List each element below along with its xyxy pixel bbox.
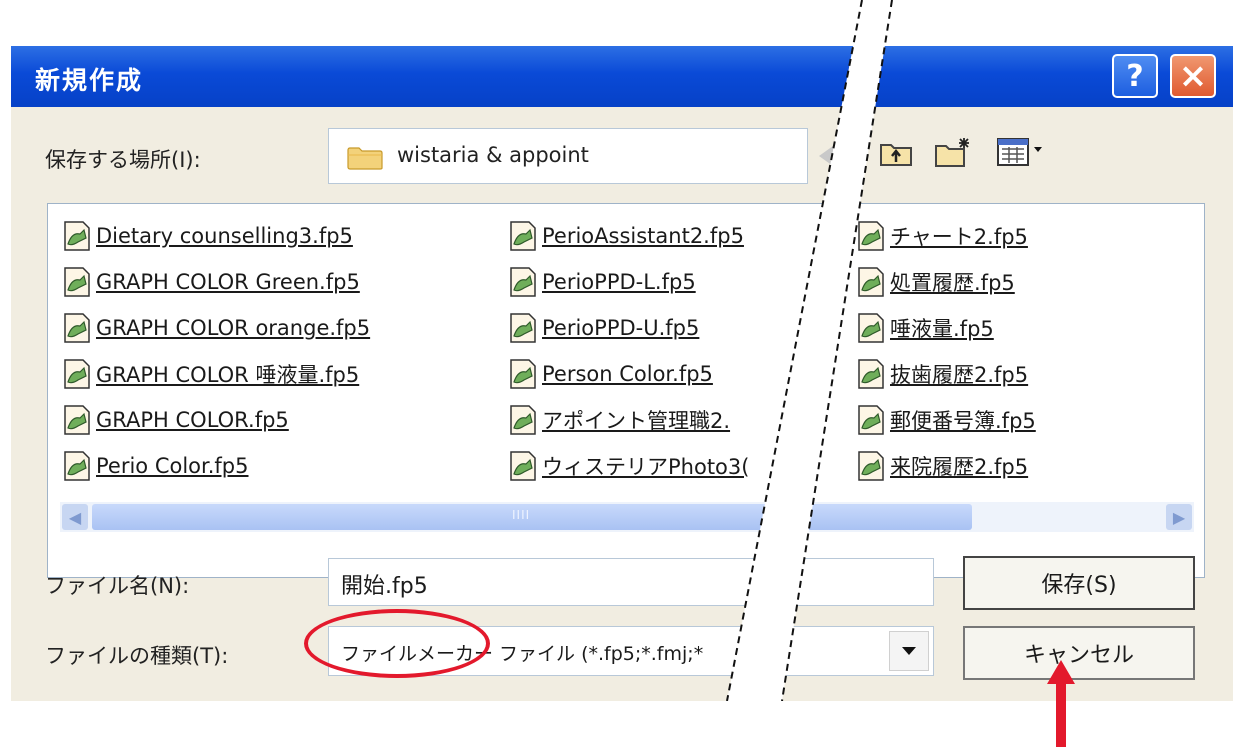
list-item[interactable]: ウィステリアPhoto3( — [508, 448, 749, 484]
back-arrow-icon[interactable] — [819, 146, 833, 166]
list-item[interactable]: 処置履歴.fp5 — [856, 264, 1015, 300]
file-list[interactable]: Dietary counselling3.fp5 GRAPH COLOR Gre… — [47, 203, 1205, 578]
filetype-dropdown-button[interactable] — [889, 631, 929, 671]
filename-label: ファイル名(N): — [45, 574, 190, 598]
fmp-file-icon — [64, 451, 90, 481]
fmp-file-icon — [64, 359, 90, 389]
list-item[interactable]: Person Color.fp5 — [508, 356, 713, 392]
fmp-file-icon — [858, 405, 884, 435]
fmp-file-icon — [510, 267, 536, 297]
help-icon: ? — [1126, 58, 1144, 94]
list-item[interactable]: PerioPPD-U.fp5 — [508, 310, 699, 346]
fmp-file-icon — [510, 313, 536, 343]
fmp-file-icon — [858, 267, 884, 297]
fmp-file-icon — [64, 405, 90, 435]
fmp-file-icon — [510, 405, 536, 435]
fmp-file-icon — [64, 267, 90, 297]
up-folder-icon[interactable] — [877, 135, 917, 169]
filename-input[interactable]: 開始.fp5 — [328, 558, 934, 606]
chevron-left-icon: ◀ — [68, 507, 82, 527]
save-button[interactable]: 保存(S) — [963, 556, 1195, 610]
list-item[interactable]: GRAPH COLOR Green.fp5 — [62, 264, 360, 300]
fmp-file-icon — [510, 359, 536, 389]
list-item[interactable]: GRAPH COLOR orange.fp5 — [62, 310, 370, 346]
scrollbar-grip: IIII — [512, 508, 531, 522]
close-icon: × — [1178, 56, 1208, 96]
list-item[interactable]: 抜歯履歴2.fp5 — [856, 356, 1028, 392]
fmp-file-icon — [510, 221, 536, 251]
list-item[interactable]: チャート2.fp5 — [856, 218, 1028, 254]
fmp-file-icon — [858, 221, 884, 251]
fmp-file-icon — [510, 451, 536, 481]
view-menu-icon[interactable] — [996, 135, 1046, 169]
list-item[interactable]: 郵便番号簿.fp5 — [856, 402, 1036, 438]
save-button-label: 保存(S) — [1041, 573, 1117, 598]
new-folder-icon[interactable] — [933, 135, 973, 169]
chevron-down-icon — [902, 647, 916, 655]
arrow-up-icon — [1047, 660, 1075, 747]
list-item[interactable]: PerioPPD-L.fp5 — [508, 264, 696, 300]
title-bar: 新規作成 ? × — [11, 46, 1233, 107]
scroll-right-button[interactable]: ▶ — [1166, 504, 1192, 530]
close-button[interactable]: × — [1170, 54, 1216, 98]
list-item[interactable]: PerioAssistant2.fp5 — [508, 218, 744, 254]
help-button[interactable]: ? — [1112, 54, 1158, 98]
list-item[interactable]: Perio Color.fp5 — [62, 448, 249, 484]
dialog-title: 新規作成 — [35, 66, 144, 95]
location-label: 保存する場所(I): — [45, 148, 201, 172]
location-value: wistaria & appoint — [397, 143, 589, 167]
chevron-right-icon: ▶ — [1172, 507, 1186, 527]
list-item[interactable]: 来院履歴2.fp5 — [856, 448, 1028, 484]
fmp-file-icon — [858, 451, 884, 481]
save-dialog: 新規作成 ? × 保存する場所(I): wistaria & appoint D… — [11, 46, 1233, 747]
filename-value: 開始.fp5 — [341, 574, 428, 599]
filename-highlight-ellipse — [304, 609, 490, 678]
fmp-file-icon — [858, 359, 884, 389]
location-dropdown[interactable]: wistaria & appoint — [328, 128, 808, 184]
scroll-left-button[interactable]: ◀ — [62, 504, 88, 530]
list-item[interactable]: 唾液量.fp5 — [856, 310, 994, 346]
list-item[interactable]: GRAPH COLOR 唾液量.fp5 — [62, 356, 359, 392]
fmp-file-icon — [64, 313, 90, 343]
list-item[interactable]: アポイント管理職2. — [508, 402, 730, 438]
fmp-file-icon — [64, 221, 90, 251]
folder-icon — [347, 147, 383, 170]
horizontal-scrollbar[interactable]: ◀ IIII ▶ — [60, 502, 1194, 532]
list-item[interactable]: Dietary counselling3.fp5 — [62, 218, 353, 254]
filetype-label: ファイルの種類(T): — [45, 644, 229, 668]
fmp-file-icon — [858, 313, 884, 343]
list-item[interactable]: GRAPH COLOR.fp5 — [62, 402, 289, 438]
scrollbar-thumb[interactable]: IIII — [92, 504, 972, 530]
